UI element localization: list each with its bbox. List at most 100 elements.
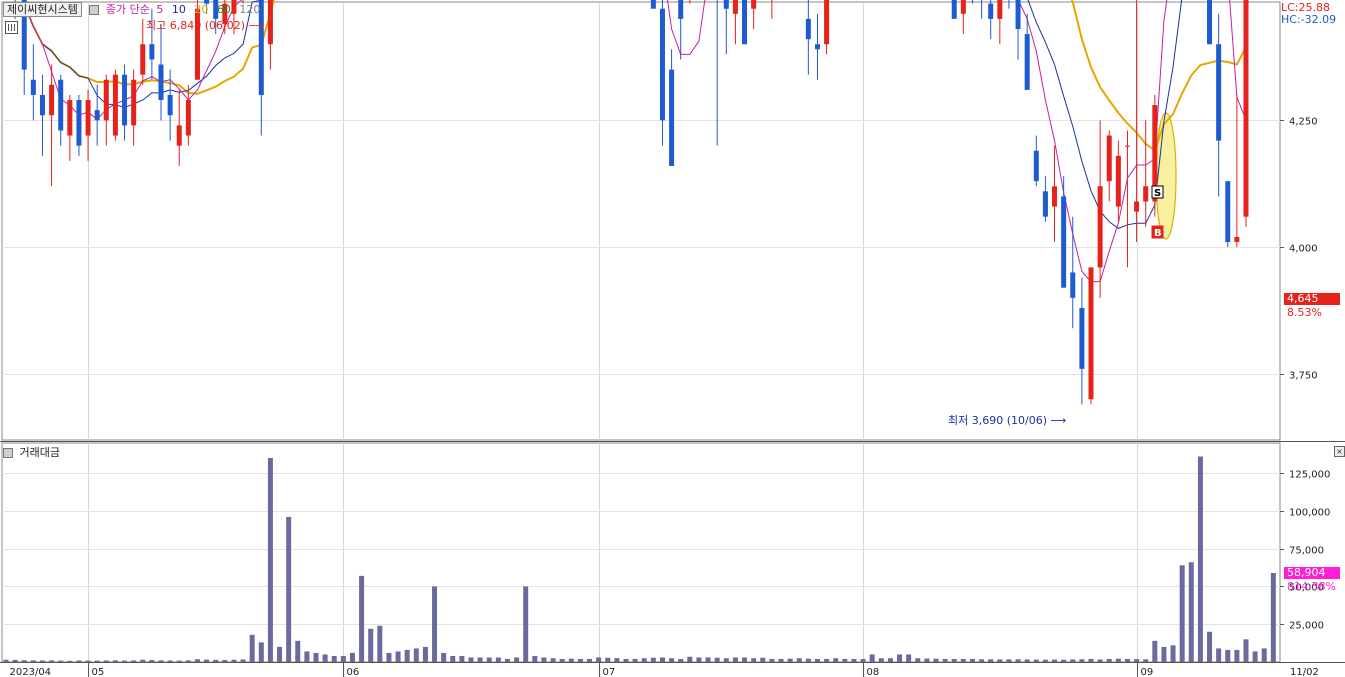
candle-body [1061,196,1067,288]
volume-bar [49,660,55,662]
volume-bar [805,658,811,662]
candle-body [951,0,957,19]
volume-bar [723,658,729,662]
volume-bar [194,659,200,662]
candle-body [267,0,273,45]
volume-bar [1207,631,1213,662]
candle-body [1015,0,1021,30]
volume-bar [641,658,647,662]
volume-bar [450,655,456,662]
volume-bar [304,651,310,662]
candle-body [1033,150,1039,182]
candle-body [1143,186,1149,202]
volume-bar [1033,659,1039,662]
volume-bar [140,659,146,662]
volume-bar [1006,659,1012,662]
highlight-ellipse [1155,112,1177,240]
volume-bar [167,660,173,662]
candle-body [751,0,757,9]
high-annotation-text: 최고 6,840 (06/02) [146,19,246,32]
candle-body [1079,307,1085,369]
volume-bar [85,660,91,662]
x-tick-label-2: 06 [347,667,360,677]
volume-bar [422,646,428,662]
volume-bar [249,634,255,662]
volume-bar [860,658,866,662]
candle-body [158,64,164,101]
volume-bar [386,652,392,662]
indicator-label: 종가 단순 [105,3,150,16]
candle-body [94,110,100,121]
candle-body [58,79,64,131]
volume-bar [349,652,355,662]
candle-body [1243,0,1249,217]
volume-bar [833,658,839,662]
volume-bar [887,658,893,662]
volume-bar [1188,562,1194,662]
volume-bar [751,658,757,662]
volume-bar [814,658,820,662]
candle-body [30,79,36,95]
volume-bar [1124,658,1130,662]
volume-bar [1134,659,1140,662]
high-annotation: 최고 6,840 (06/02) ⟶ [146,17,264,33]
volume-bar [76,660,82,662]
volume-bar [185,660,191,662]
volume-bar [514,657,520,662]
volume-tick-label-1: 100,000 [1289,508,1330,519]
volume-bar [1042,659,1048,662]
stock-name[interactable]: 제이씨현시스템 [3,2,82,17]
volume-bar [559,658,565,662]
candle-body [1042,191,1048,217]
candle-body [167,94,173,116]
volume-bar [933,658,939,662]
candlesticks [14,0,1249,405]
candle-body [49,84,55,116]
candle-body [112,74,118,136]
volume-bar [714,657,720,662]
volume-bar [1052,659,1058,662]
candle-body [176,125,182,146]
price-tick-label-12: 3,750 [1289,371,1318,382]
candle-body [1115,155,1121,207]
settings-icon[interactable] [89,5,100,15]
high-arrow-icon: ⟶ [248,19,265,32]
volume-bar [1070,659,1076,662]
buy-marker-label: B [1154,228,1162,239]
hc-value: HC:-32.09 [1281,13,1337,26]
candle-body [1225,181,1231,243]
current-price-tag: 4,645 [1284,293,1340,305]
volume-bar [915,658,921,662]
grid-menu-icon[interactable] [5,21,18,34]
volume-bar [1234,649,1240,662]
candle-body [1234,236,1240,243]
volume-bar [778,658,784,662]
volume-bar [94,660,100,662]
volume-bar [21,660,27,662]
volume-bar [906,654,912,662]
volume-bar [504,658,510,662]
volume-bar [878,658,884,662]
volume-bar [1115,658,1121,662]
price-panel-header: 제이씨현시스템 종가 단순 5 10 20 60 120 [3,2,260,17]
volume-bar [477,657,483,662]
candle-body [1124,145,1130,147]
volume-bar [240,659,246,662]
candle-body [814,44,820,50]
volume-close-icon[interactable]: × [1334,446,1345,457]
volume-settings-icon[interactable] [3,448,13,458]
volume-bar [295,640,301,662]
volume-bar [869,654,875,662]
volume-bar [705,657,711,662]
candle-body [824,0,830,45]
axis-tick-labels: 2023/040506070809101111/026,7506,5006,25… [10,0,1330,677]
volume-bar [541,657,547,662]
volume-bar [1106,658,1112,662]
volume-bar [313,652,319,662]
volume-bar [960,658,966,662]
volume-bar [368,628,374,662]
volume-bar [897,654,903,662]
volume-bar [1061,659,1067,662]
candle-body [678,0,684,19]
candle-body [669,69,675,166]
